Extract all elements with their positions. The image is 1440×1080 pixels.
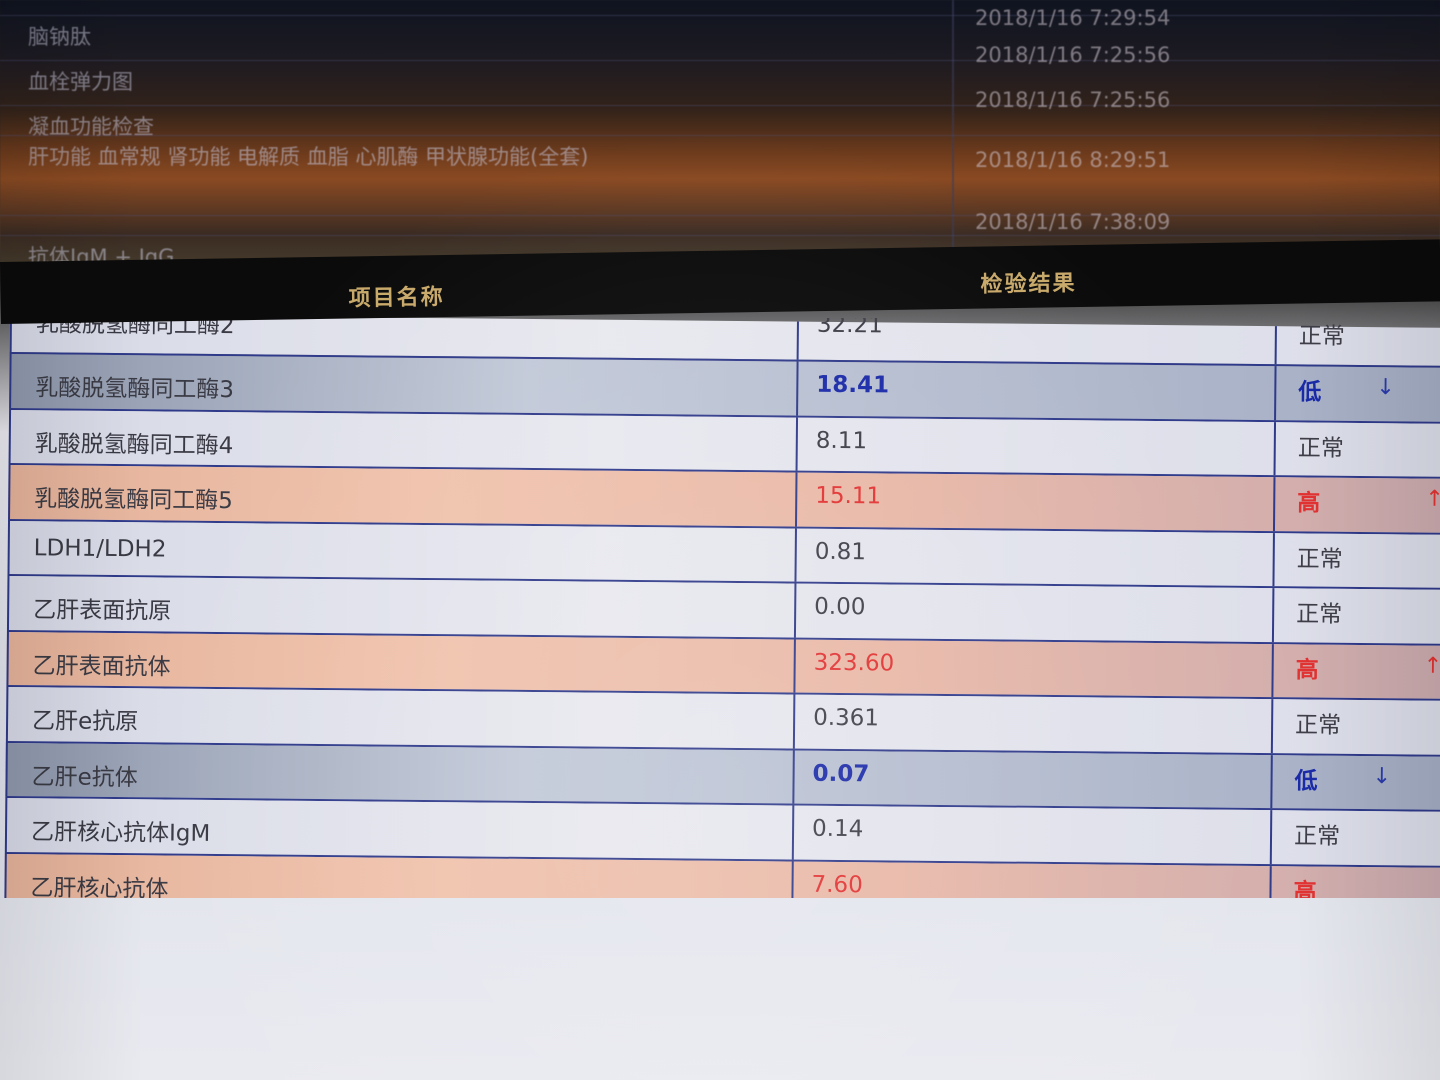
- empty-area: [0, 890, 1440, 1080]
- flag-cell: 高: [1271, 866, 1440, 898]
- name-cell: 乙肝表面抗原: [6, 575, 797, 638]
- test-value: 18.41: [816, 371, 890, 399]
- test-item-name: 乙肝e抗体: [31, 763, 138, 791]
- test-item-name: 乳酸脱氢酶同工酶4: [34, 430, 234, 459]
- name-cell: 乳酸脱氢酶同工酶2: [9, 318, 799, 360]
- arrow-down-icon: ↓: [1376, 375, 1395, 401]
- flag-cell: 高 ↑: [1273, 644, 1440, 699]
- column-header-name[interactable]: 项目名称: [348, 279, 445, 313]
- test-value: 0.81: [814, 538, 867, 565]
- value-cell: 0.361: [792, 694, 1274, 753]
- value-cell: 0.00: [793, 583, 1275, 642]
- status-flag: 低: [1298, 379, 1322, 406]
- test-value: 8.11: [815, 427, 868, 454]
- test-datetime: 2018/1/16 7:25:56: [975, 88, 1171, 112]
- test-name: 血栓弹力图: [28, 70, 133, 94]
- test-value: 0.00: [814, 593, 866, 621]
- test-item-name: 乙肝e抗原: [31, 708, 139, 736]
- arrow-down-icon: ↓: [1372, 763, 1392, 789]
- name-cell: 乳酸脱氢酶同工酶3: [9, 353, 799, 416]
- test-item-name: 乙肝核心抗体: [30, 874, 169, 898]
- flag-cell: 正常: [1272, 810, 1440, 865]
- list-item[interactable]: 肝功能 血常规 肾功能 电解质 血脂 心肌酶 甲状腺功能(全套) 2018/1/…: [0, 135, 1440, 216]
- test-value: 323.60: [813, 649, 895, 677]
- test-item-name: 乙肝表面抗体: [32, 652, 171, 681]
- name-cell: 乙肝e抗原: [5, 686, 796, 749]
- status-flag: 正常: [1296, 545, 1343, 573]
- test-datetime: 2018/1/16 7:29:54: [975, 6, 1171, 30]
- name-cell: 乙肝核心抗体: [4, 853, 794, 898]
- flag-cell: 正常: [1276, 422, 1440, 477]
- test-datetime: 2018/1/16 8:29:51: [975, 148, 1171, 172]
- test-value: 7.60: [811, 871, 863, 898]
- status-flag: 正常: [1297, 434, 1344, 462]
- test-name: 脑钠肽: [28, 25, 91, 49]
- list-item[interactable]: 血栓弹力图 2018/1/16 7:25:56: [0, 43, 1440, 106]
- test-value: 15.11: [815, 482, 882, 510]
- test-value: 32.21: [816, 318, 883, 339]
- name-cell: 乙肝e抗体: [5, 742, 795, 804]
- list-item[interactable]: 凝血功能检查 2018/1/16 7:25:56: [0, 88, 1440, 139]
- test-datetime: 2018/1/16 7:38:09: [975, 210, 1171, 234]
- value-cell: 0.14: [791, 805, 1273, 864]
- test-item-name: 乙肝表面抗原: [33, 597, 172, 625]
- name-cell: 乙肝表面抗体: [6, 631, 796, 693]
- value-cell: 7.60: [791, 861, 1272, 898]
- name-cell: 乙肝核心抗体IgM: [4, 797, 795, 860]
- value-cell: 32.21: [796, 318, 1277, 365]
- test-value: 0.07: [812, 760, 870, 787]
- name-cell: LDH1/LDH2: [7, 520, 797, 582]
- list-item[interactable]: 脑钠肽 2018/1/16 7:29:54: [0, 6, 1440, 61]
- arrow-up-icon: ↑: [1423, 653, 1440, 679]
- test-value: 0.361: [813, 704, 880, 732]
- value-cell: 18.41: [796, 361, 1277, 420]
- value-cell: 15.11: [795, 472, 1276, 531]
- name-cell: 乳酸脱氢酶同工酶4: [8, 409, 799, 471]
- status-flag: 高: [1293, 878, 1317, 898]
- test-item-name: 乳酸脱氢酶同工酶3: [35, 375, 235, 404]
- flag-cell: 正常: [1273, 699, 1440, 754]
- test-item-name: LDH1/LDH2: [33, 534, 167, 563]
- column-header-result[interactable]: 检验结果: [980, 265, 1077, 299]
- flag-cell: 高 ↑: [1275, 477, 1440, 532]
- value-cell: 8.11: [795, 417, 1277, 476]
- flag-cell: 低 ↓: [1276, 366, 1440, 421]
- name-cell: 乳酸脱氢酶同工酶5: [8, 464, 798, 527]
- test-item-name: 乳酸脱氢酶同工酶5: [34, 486, 233, 515]
- status-flag: 正常: [1296, 601, 1343, 628]
- list-item[interactable]: 2018/1/16 7:38:09: [0, 210, 1440, 236]
- test-datetime: 2018/1/16 7:25:56: [975, 43, 1171, 67]
- status-flag: 正常: [1293, 823, 1341, 850]
- value-cell: 323.60: [793, 639, 1274, 698]
- flag-cell: 正常: [1277, 323, 1440, 366]
- status-flag: 正常: [1298, 323, 1345, 350]
- previous-test-list: 脑钠肽 2018/1/16 7:29:54 血栓弹力图 2018/1/16 7:…: [0, 0, 1440, 275]
- flag-cell: 正常: [1274, 533, 1440, 588]
- test-value: 0.14: [811, 815, 864, 843]
- status-flag: 高: [1297, 490, 1321, 517]
- value-cell: 0.81: [794, 528, 1275, 587]
- test-name: 肝功能 血常规 肾功能 电解质 血脂 心肌酶 甲状腺功能(全套): [28, 145, 589, 169]
- status-flag: 正常: [1294, 712, 1342, 739]
- flag-cell: 低 ↓: [1272, 755, 1440, 810]
- flag-cell: 正常: [1274, 588, 1440, 643]
- results-table: 乳酸脱氢酶同工酶2 32.21 正常 乳酸脱氢酶同工酶3 18.41 低 ↓ 乳酸…: [0, 318, 1440, 898]
- arrow-up-icon: ↑: [1425, 486, 1440, 512]
- test-item-name: 乙肝核心抗体IgM: [30, 819, 211, 847]
- status-flag: 低: [1294, 767, 1318, 795]
- status-flag: 高: [1295, 656, 1319, 684]
- value-cell: 0.07: [792, 750, 1273, 809]
